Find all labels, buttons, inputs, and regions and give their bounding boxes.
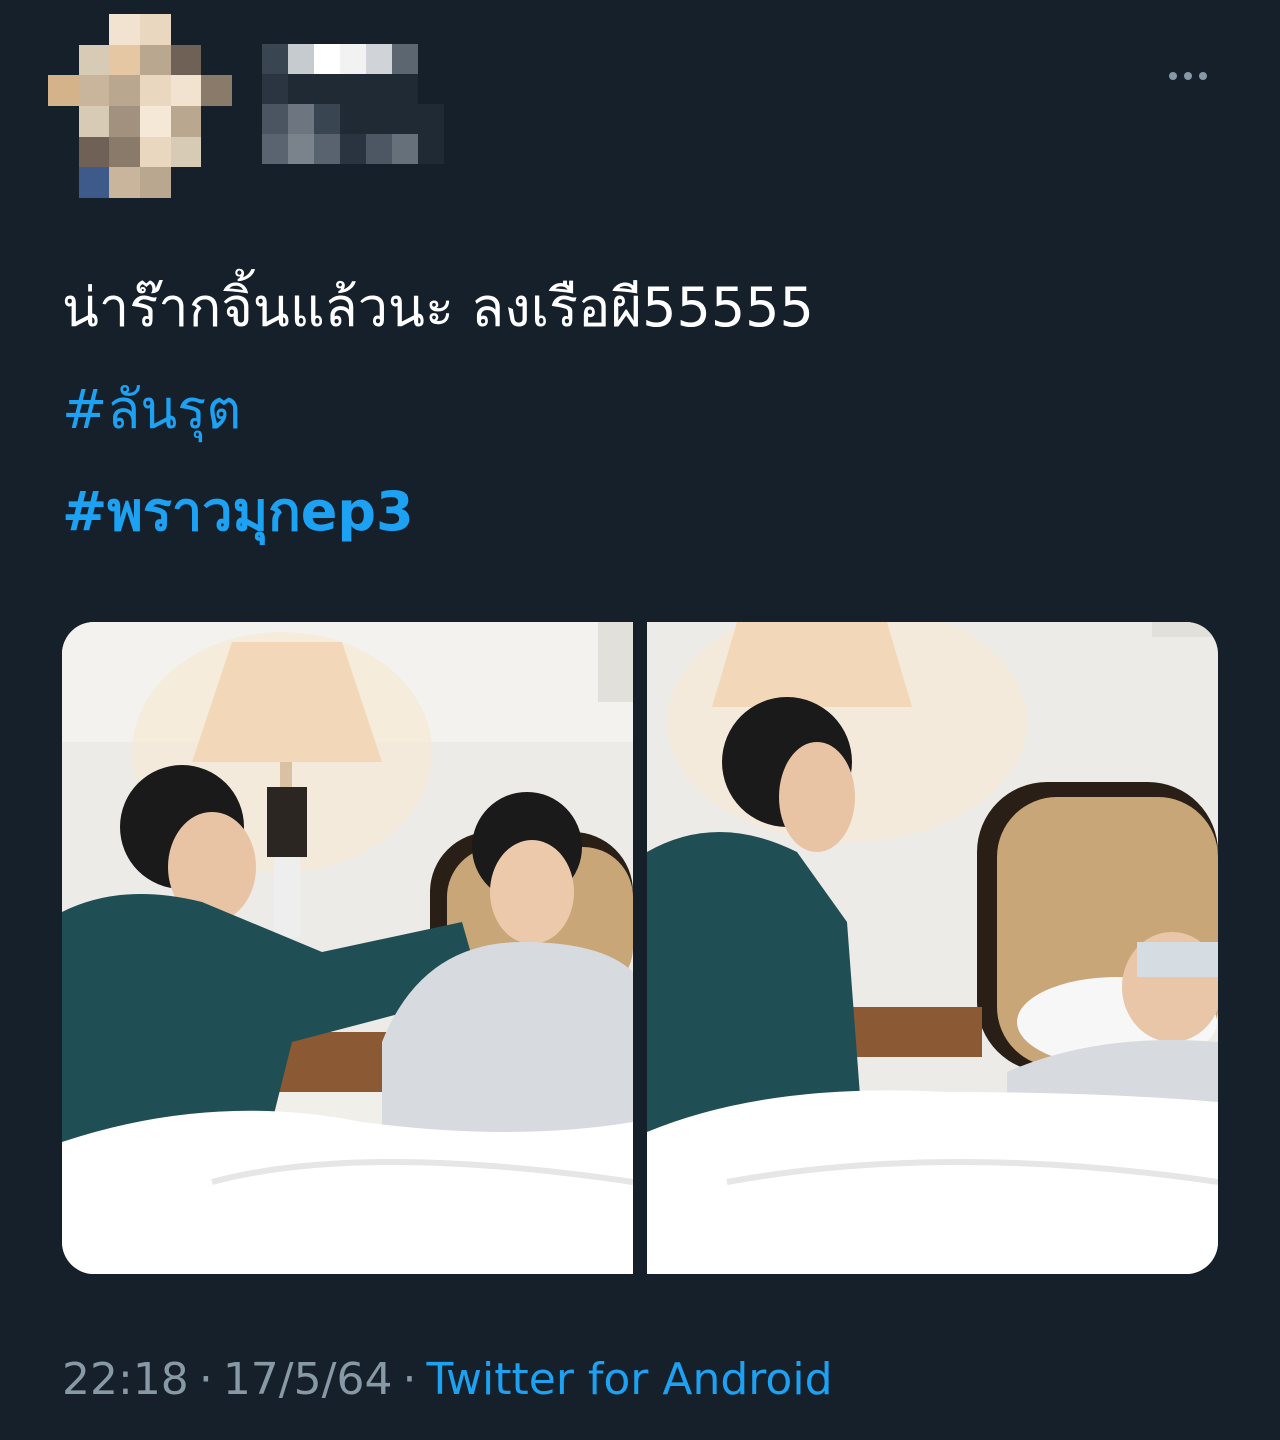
name-pixel xyxy=(262,74,288,104)
avatar-pixel xyxy=(139,75,171,106)
name-pixel xyxy=(340,44,366,74)
name-pixel xyxy=(288,44,314,74)
author-handle[interactable] xyxy=(262,104,444,164)
name-pixel xyxy=(340,74,366,104)
avatar-pixel xyxy=(109,44,140,76)
hashtag-link[interactable]: #พราวมุกep3 xyxy=(62,472,414,552)
name-pixel xyxy=(262,44,288,74)
name-pixel xyxy=(418,104,444,134)
avatar-pixel xyxy=(201,167,232,198)
tweet: น่าร๊ากจิ้นแล้วนะ ลงเรือผี55555 #ลันรุต … xyxy=(0,0,1280,1440)
tweet-meta: 22:18 · 17/5/64 · Twitter for Android xyxy=(62,1350,833,1410)
avatar-pixel xyxy=(201,137,232,168)
photo-icon xyxy=(647,622,1218,1274)
name-pixel xyxy=(314,74,340,104)
name-pixel xyxy=(314,134,340,164)
avatar[interactable] xyxy=(48,14,232,198)
avatar-pixel xyxy=(109,105,140,137)
name-pixel xyxy=(314,104,340,134)
author-display-name[interactable] xyxy=(262,44,418,104)
name-pixel xyxy=(392,44,418,74)
avatar-pixel xyxy=(139,105,171,137)
more-horizontal-icon xyxy=(1169,72,1177,80)
avatar-pixel xyxy=(201,75,232,106)
avatar-pixel xyxy=(78,75,110,106)
avatar-pixel xyxy=(79,14,110,45)
avatar-pixel xyxy=(48,45,79,76)
avatar-pixel xyxy=(78,44,110,76)
avatar-pixel xyxy=(201,106,232,137)
tweet-date: 17/5/64 xyxy=(222,1354,393,1405)
more-horizontal-icon xyxy=(1199,72,1207,80)
avatar-pixel xyxy=(170,75,202,106)
avatar-pixel xyxy=(78,136,110,168)
name-pixel xyxy=(288,104,314,134)
tweet-time: 22:18 xyxy=(62,1354,189,1405)
avatar-pixel xyxy=(139,136,171,168)
tweet-photo[interactable] xyxy=(62,622,633,1274)
name-pixel xyxy=(288,134,314,164)
avatar-pixel xyxy=(78,167,110,198)
name-pixel xyxy=(340,104,366,134)
avatar-pixel xyxy=(170,136,202,168)
avatar-pixel xyxy=(48,75,79,106)
more-horizontal-icon xyxy=(1184,72,1192,80)
avatar-pixel xyxy=(201,45,232,76)
avatar-pixel xyxy=(109,136,140,168)
name-pixel xyxy=(392,104,418,134)
name-pixel xyxy=(314,44,340,74)
name-pixel xyxy=(366,44,392,74)
separator: · xyxy=(402,1354,417,1405)
avatar-pixel xyxy=(109,14,140,45)
name-pixel xyxy=(418,134,444,164)
avatar-pixel xyxy=(48,137,79,168)
tweet-text: น่าร๊ากจิ้นแล้วนะ ลงเรือผี55555 xyxy=(62,276,814,339)
photo-icon xyxy=(62,622,633,1274)
avatar-pixel xyxy=(78,105,110,137)
avatar-pixel xyxy=(139,44,171,76)
name-pixel xyxy=(366,104,392,134)
name-pixel xyxy=(392,74,418,104)
avatar-pixel xyxy=(109,167,140,198)
name-pixel xyxy=(340,134,366,164)
name-pixel xyxy=(288,74,314,104)
avatar-pixel xyxy=(139,14,171,45)
hashtag-link[interactable]: #ลันรุต xyxy=(62,370,241,450)
avatar-pixel xyxy=(170,44,202,76)
tweet-source-link[interactable]: Twitter for Android xyxy=(426,1354,832,1405)
avatar-pixel xyxy=(171,167,202,198)
tweet-photo[interactable] xyxy=(647,622,1218,1274)
name-pixel xyxy=(392,134,418,164)
avatar-pixel xyxy=(139,167,171,198)
name-pixel xyxy=(366,134,392,164)
media-gallery xyxy=(62,622,1218,1274)
avatar-pixel xyxy=(109,75,140,106)
avatar-pixel xyxy=(48,14,79,45)
avatar-pixel xyxy=(170,105,202,137)
name-pixel xyxy=(262,134,288,164)
name-pixel xyxy=(262,104,288,134)
avatar-pixel xyxy=(171,14,202,45)
name-pixel xyxy=(366,74,392,104)
avatar-pixel xyxy=(48,106,79,137)
avatar-pixel xyxy=(201,14,232,45)
avatar-pixel xyxy=(48,167,79,198)
separator: · xyxy=(198,1354,213,1405)
more-options-button[interactable] xyxy=(1160,58,1216,94)
